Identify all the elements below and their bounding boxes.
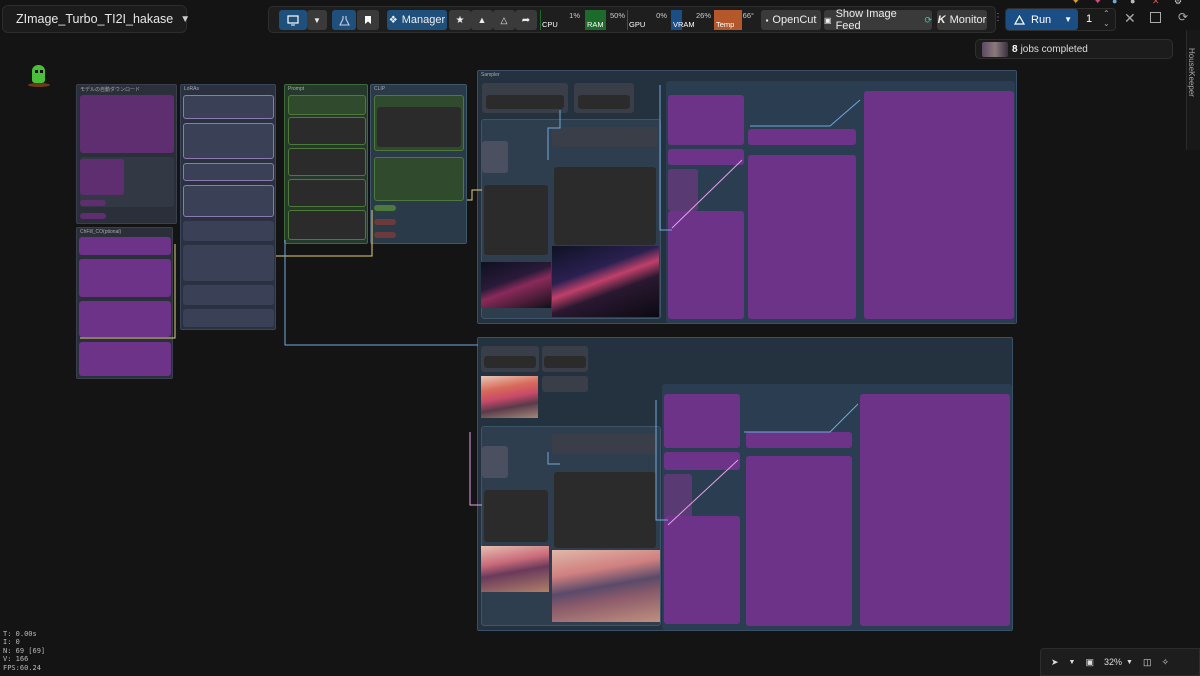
stat-v: V: 166 xyxy=(3,655,29,664)
stat-i: I: 0 xyxy=(3,638,20,647)
canvas-controls: ➤ ▼ ▣ 32% ▼ ◫ ✧ xyxy=(1040,648,1200,676)
link xyxy=(750,99,861,127)
link xyxy=(659,85,672,231)
link xyxy=(467,189,482,201)
chevron-down-icon[interactable]: ▼ xyxy=(1069,659,1076,666)
link xyxy=(671,159,743,229)
stat-time: T: 0.00s xyxy=(3,630,37,638)
stat-fps: FPS:60.24 xyxy=(3,663,41,672)
link xyxy=(80,244,176,339)
link xyxy=(667,459,739,526)
link xyxy=(469,432,482,506)
stat-nodes: N: 69 [69] xyxy=(3,646,46,655)
minimap-icon[interactable]: ◫ xyxy=(1143,657,1152,668)
zoom-level[interactable]: 32% xyxy=(1104,657,1122,667)
fit-view-icon[interactable]: ▣ xyxy=(1085,657,1094,668)
link xyxy=(547,452,560,465)
link xyxy=(276,210,373,257)
node-links xyxy=(80,85,861,526)
chevron-down-icon[interactable]: ▼ xyxy=(1126,659,1133,666)
link-visibility-icon[interactable]: ✧ xyxy=(1161,657,1169,668)
link xyxy=(744,403,859,433)
canvas-stats: T: 0.00s I: 0 N: 69 [69] V: 166 FPS:60.2… xyxy=(3,630,45,672)
link xyxy=(655,400,668,521)
pointer-icon[interactable]: ➤ xyxy=(1051,657,1059,668)
link xyxy=(547,110,561,160)
